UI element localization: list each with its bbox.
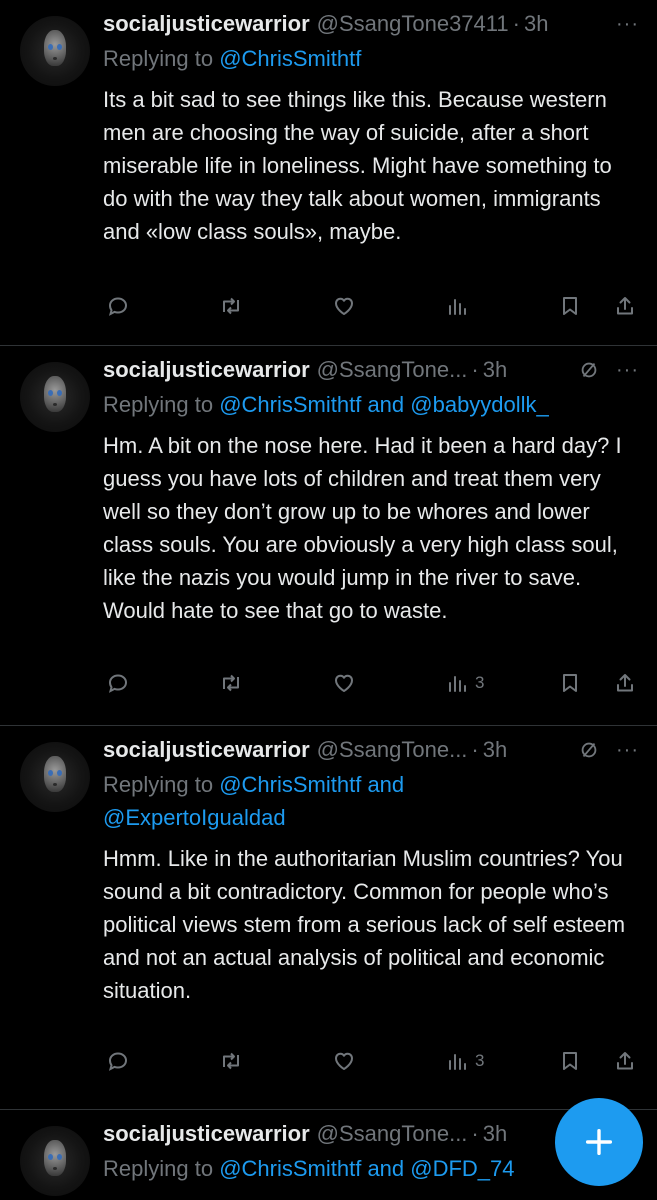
views-count: 3 (475, 1051, 485, 1070)
reply-icon (108, 674, 128, 693)
retweet-button[interactable] (219, 291, 243, 321)
user-handle[interactable]: @SsangTone... (317, 1121, 468, 1147)
share-icon (617, 297, 633, 315)
more-options-icon[interactable]: ··· (616, 13, 639, 36)
views-count: 3 (475, 673, 485, 692)
bookmark-button[interactable] (558, 1046, 582, 1076)
reply-button[interactable] (106, 668, 130, 698)
action-bar (103, 291, 639, 321)
like-button[interactable] (332, 668, 356, 698)
tweet-2[interactable]: socialjusticewarrior @SsangTone... · 3h … (0, 346, 657, 726)
bookmark-icon (563, 297, 577, 315)
mention-link[interactable]: @ChrisSmithtf and (219, 772, 404, 797)
timestamp[interactable]: 3h (483, 357, 507, 383)
user-handle[interactable]: @SsangTone37411 (317, 11, 509, 37)
tweet-text: Hm. A bit on the nose here. Had it been … (103, 433, 622, 623)
bookmark-button[interactable] (558, 668, 582, 698)
mention-link[interactable]: @ChrisSmithtf (219, 46, 361, 71)
display-name[interactable]: socialjusticewarrior (103, 11, 310, 37)
retweet-button[interactable] (219, 668, 243, 698)
compose-button[interactable] (555, 1098, 643, 1186)
avatar[interactable] (20, 742, 90, 812)
separator-dot: · (512, 11, 520, 36)
heart-icon (335, 1052, 353, 1070)
reply-icon (108, 1052, 128, 1071)
views-button[interactable]: 3 (445, 668, 484, 698)
reply-button[interactable] (106, 1046, 130, 1076)
retweet-icon (223, 1052, 239, 1070)
avatar[interactable] (20, 362, 90, 432)
muted-icon[interactable] (578, 359, 600, 381)
display-name[interactable]: socialjusticewarrior (103, 1121, 310, 1147)
heart-icon (335, 674, 353, 692)
replying-to-label: Replying to (103, 392, 214, 417)
avatar[interactable] (20, 1126, 90, 1196)
replying-to: Replying to @ChrisSmithtf and @babyydoll… (103, 388, 639, 421)
retweet-icon (223, 297, 239, 315)
tweet-3[interactable]: socialjusticewarrior @SsangTone... · 3h … (0, 726, 657, 1110)
bookmark-icon (563, 1052, 577, 1070)
replying-to-label: Replying to (103, 46, 214, 71)
avatar[interactable] (20, 16, 90, 86)
views-icon (449, 299, 466, 315)
views-icon (449, 1054, 466, 1070)
action-bar: 3 (103, 668, 639, 698)
bookmark-button[interactable] (558, 291, 582, 321)
like-button[interactable] (332, 291, 356, 321)
retweet-button[interactable] (219, 1046, 243, 1076)
mention-link[interactable]: @ChrisSmithtf and @DFD_74 (219, 1156, 514, 1181)
display-name[interactable]: socialjusticewarrior (103, 357, 310, 383)
separator-dot: · (471, 737, 479, 762)
timestamp[interactable]: 3h (483, 737, 507, 763)
replying-to: Replying to @ChrisSmithtf (103, 42, 639, 75)
timestamp[interactable]: 3h (483, 1121, 507, 1147)
display-name[interactable]: socialjusticewarrior (103, 737, 310, 763)
views-button[interactable] (445, 291, 475, 321)
mention-link[interactable]: @ChrisSmithtf and @babyydollk_ (219, 392, 549, 417)
replying-to-label: Replying to (103, 772, 214, 797)
replying-to: Replying to @ChrisSmithtf and @ExpertoIg… (103, 768, 639, 834)
reply-icon (108, 297, 128, 316)
muted-icon[interactable] (578, 739, 600, 761)
retweet-icon (223, 674, 239, 692)
user-handle[interactable]: @SsangTone... (317, 357, 468, 383)
more-options-icon[interactable]: ··· (616, 739, 639, 762)
compose-plus-icon (585, 1128, 613, 1156)
bookmark-icon (563, 674, 577, 692)
action-bar: 3 (103, 1046, 639, 1076)
heart-icon (335, 297, 353, 315)
reply-button[interactable] (106, 291, 130, 321)
share-icon (617, 674, 633, 692)
tweet-1[interactable]: socialjusticewarrior @SsangTone37411 · 3… (0, 0, 657, 346)
share-button[interactable] (613, 291, 637, 321)
views-button[interactable]: 3 (445, 1046, 484, 1076)
more-options-icon[interactable]: ··· (616, 359, 639, 382)
views-icon (449, 676, 466, 692)
mention-link-2[interactable]: @ExpertoIgualdad (103, 805, 286, 830)
separator-dot: · (471, 357, 479, 382)
replying-to-label: Replying to (103, 1156, 214, 1181)
share-button[interactable] (613, 668, 637, 698)
share-icon (617, 1052, 633, 1070)
share-button[interactable] (613, 1046, 637, 1076)
tweet-text: Its a bit sad to see things like this. B… (103, 87, 612, 244)
like-button[interactable] (332, 1046, 356, 1076)
separator-dot: · (471, 1121, 479, 1146)
tweet-text: Hmm. Like in the authoritarian Muslim co… (103, 846, 626, 1003)
user-handle[interactable]: @SsangTone... (317, 737, 468, 763)
timestamp[interactable]: 3h (524, 11, 548, 37)
